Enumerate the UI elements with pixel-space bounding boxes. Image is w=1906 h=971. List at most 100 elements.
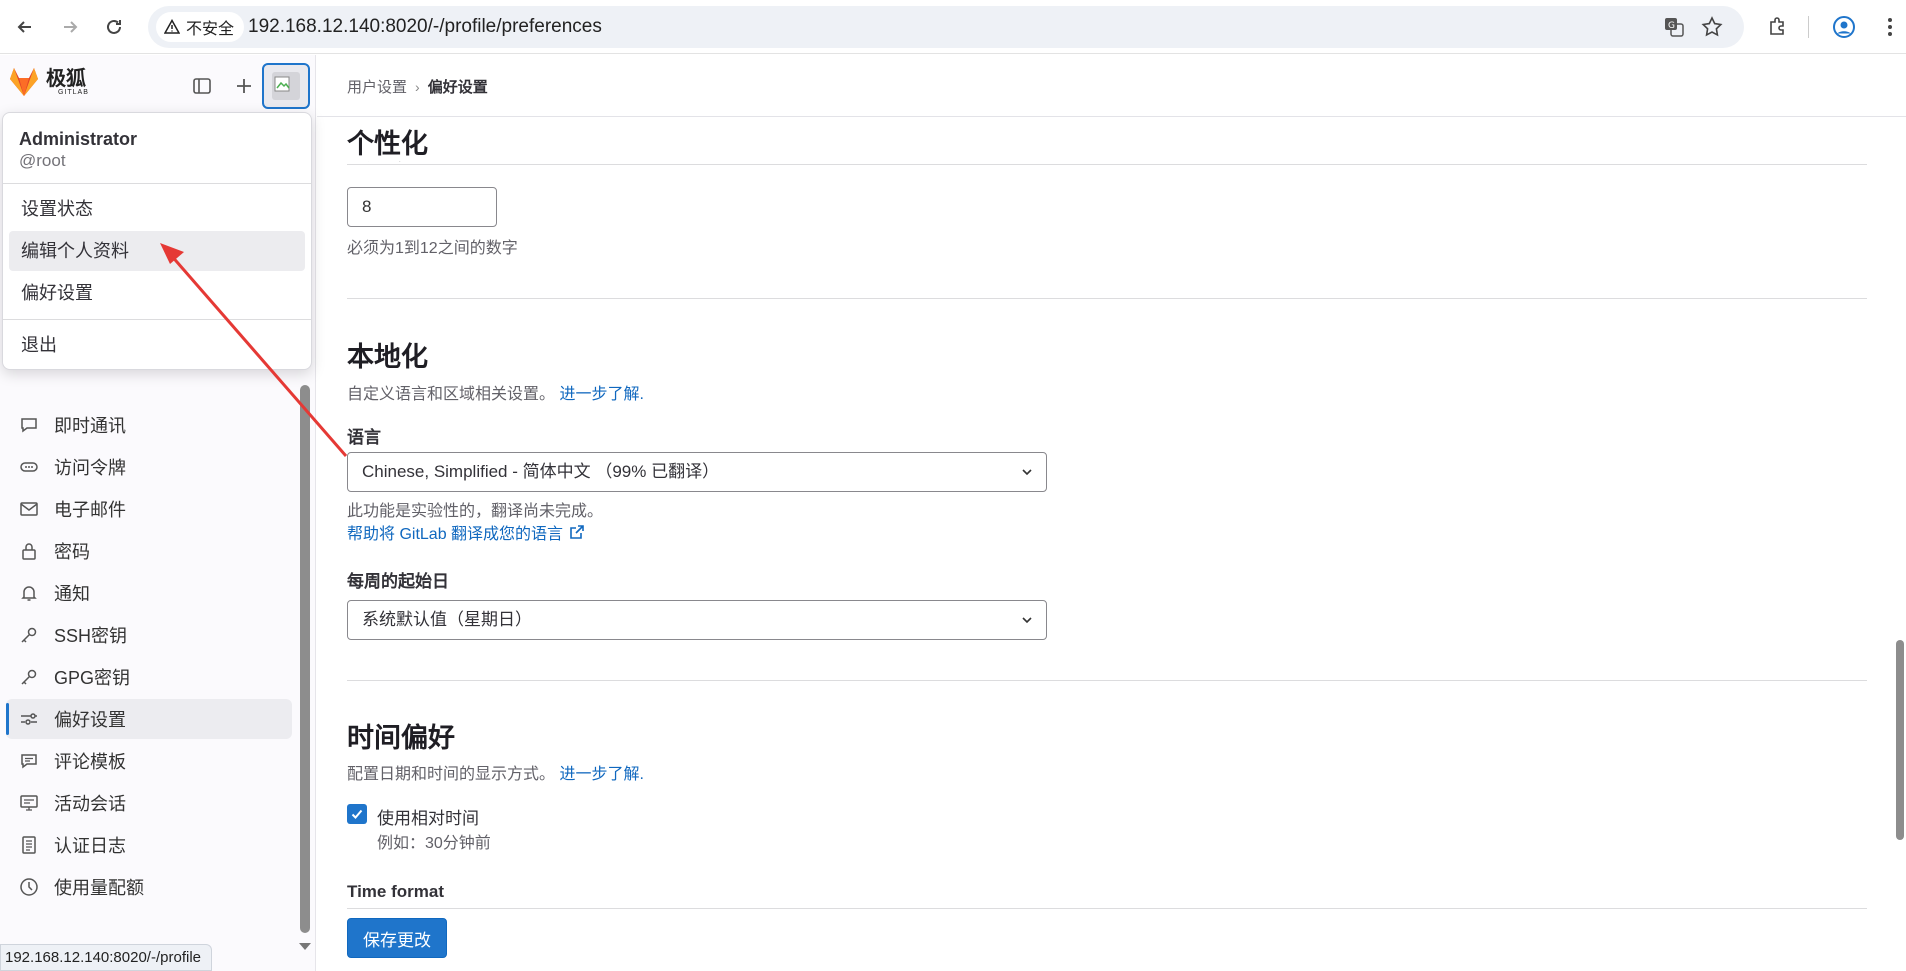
user-avatar-button[interactable] xyxy=(262,63,310,109)
scroll-down-arrow-icon[interactable] xyxy=(299,943,311,950)
bookmark-star-icon[interactable] xyxy=(1700,15,1724,39)
toolbar-divider xyxy=(1808,16,1809,38)
chevron-down-icon xyxy=(1022,617,1032,624)
sidebar-item-label: 活动会话 xyxy=(54,794,126,814)
breadcrumb-current: 偏好设置 xyxy=(427,79,488,96)
divider xyxy=(3,183,311,184)
logo-subtext: GITLAB xyxy=(58,88,89,96)
arrow-left-icon xyxy=(17,21,31,33)
profile-icon[interactable] xyxy=(1830,13,1858,41)
sidebar-item-access-tokens[interactable]: 访问令牌 xyxy=(6,447,292,487)
create-new-button[interactable] xyxy=(230,72,258,100)
section-title-time-preferences: 时间偏好 xyxy=(347,723,455,753)
insecure-label: 不安全 xyxy=(186,21,235,38)
broken-image-icon xyxy=(274,76,290,92)
sidebar-item-label: 电子邮件 xyxy=(54,500,126,520)
security-chip[interactable]: 不安全 xyxy=(156,12,245,42)
key-icon xyxy=(18,624,40,646)
extensions-icon[interactable] xyxy=(1764,13,1792,41)
set-status-item[interactable]: 设置状态 xyxy=(9,189,305,229)
time-learn-more-link[interactable]: 进一步了解. xyxy=(559,766,643,783)
menu-kebab-icon[interactable] xyxy=(1876,13,1904,41)
browser-toolbar: 不安全 192.168.12.140:8020/-/profile/prefer… xyxy=(0,0,1906,54)
url-text[interactable]: 192.168.12.140:8020/-/profile/preference… xyxy=(248,6,602,48)
header-divider xyxy=(317,116,1906,117)
section-divider xyxy=(347,298,1867,299)
section-title-personalization: 个性化 xyxy=(347,122,432,161)
reload-button[interactable] xyxy=(100,13,128,41)
chevron-right-icon: › xyxy=(415,78,420,95)
sidebar-item-usage-quotas[interactable]: 使用量配额 xyxy=(6,867,292,907)
logo[interactable]: 极狐 GITLAB xyxy=(8,67,89,97)
help-translate-link[interactable]: 帮助将 GitLab 翻译成您的语言 xyxy=(347,520,563,544)
save-changes-button[interactable]: 保存更改 xyxy=(347,918,447,958)
sidebar-toggle-icon xyxy=(193,78,211,94)
external-link-icon[interactable] xyxy=(569,524,585,540)
session-icon xyxy=(18,792,40,814)
sidebar-item-ssh-keys[interactable]: SSH密钥 xyxy=(6,615,292,655)
help-translate-row: 帮助将 GitLab 翻译成您的语言 xyxy=(347,520,585,544)
sidebar-scrollbar[interactable] xyxy=(300,385,310,933)
token-icon xyxy=(18,456,40,478)
sidebar-item-label: SSH密钥 xyxy=(54,626,128,646)
logo-text: 极狐 xyxy=(46,67,86,90)
plus-icon xyxy=(237,79,251,93)
time-format-label: Time format xyxy=(347,882,444,901)
sidebar-item-gpg-keys[interactable]: GPG密钥 xyxy=(6,657,292,697)
page-scrollbar[interactable] xyxy=(1896,640,1904,840)
arrow-right-icon xyxy=(64,21,78,33)
warning-icon xyxy=(164,19,180,34)
sidebar-item-emails[interactable]: 电子邮件 xyxy=(6,489,292,529)
first-day-select[interactable]: 系统默认值（星期日） xyxy=(347,600,1047,640)
comment-template-icon xyxy=(18,750,40,772)
language-select[interactable]: Chinese, Simplified - 简体中文 （99% 已翻译） xyxy=(347,452,1047,492)
sidebar-item-label: 访问令牌 xyxy=(54,458,126,478)
time-desc-text: 配置日期和时间的显示方式。 xyxy=(347,766,556,783)
section-divider xyxy=(347,908,1867,909)
user-menu-dropdown: Administrator @root 设置状态 编辑个人资料 偏好设置 退出 xyxy=(2,112,312,370)
sidebar-item-chat[interactable]: 即时通讯 xyxy=(6,405,292,445)
quota-icon xyxy=(18,876,40,898)
lock-icon xyxy=(18,540,40,562)
section-title-localization: 本地化 xyxy=(347,342,428,372)
sidebar-item-preferences[interactable]: 偏好设置 xyxy=(6,699,292,739)
forward-button[interactable] xyxy=(56,13,84,41)
divider xyxy=(3,319,311,320)
reload-icon xyxy=(107,19,121,34)
tab-width-help: 必须为1到12之间的数字 xyxy=(347,240,518,257)
preferences-icon xyxy=(18,708,40,730)
log-icon xyxy=(18,834,40,856)
breadcrumb: 用户设置 › 偏好设置 xyxy=(347,76,488,97)
checkmark-icon xyxy=(351,809,363,819)
tab-width-input[interactable]: 8 xyxy=(347,187,497,227)
sign-out-item[interactable]: 退出 xyxy=(9,325,305,365)
edit-profile-item[interactable]: 编辑个人资料 xyxy=(9,231,305,271)
sidebar-item-notifications[interactable]: 通知 xyxy=(6,573,292,613)
svg-text:G: G xyxy=(1668,21,1675,31)
experimental-note: 此功能是实验性的，翻译尚未完成。 xyxy=(347,503,604,520)
chat-icon xyxy=(18,414,40,436)
toggle-sidebar-button[interactable] xyxy=(188,72,216,100)
sidebar-item-comment-templates[interactable]: 评论模板 xyxy=(6,741,292,781)
sidebar-item-auth-log[interactable]: 认证日志 xyxy=(6,825,292,865)
sidebar-item-password[interactable]: 密码 xyxy=(6,531,292,571)
time-preferences-description: 配置日期和时间的显示方式。 进一步了解. xyxy=(347,760,644,784)
sidebar-item-label: 评论模板 xyxy=(54,752,126,772)
back-button[interactable] xyxy=(11,13,39,41)
status-bar-url: 192.168.12.140:8020/-/profile xyxy=(0,944,212,971)
sidebar-item-active-sessions[interactable]: 活动会话 xyxy=(6,783,292,823)
address-bar[interactable]: 不安全 192.168.12.140:8020/-/profile/prefer… xyxy=(148,6,1744,48)
sidebar-item-label: 偏好设置 xyxy=(54,710,126,730)
first-day-select-value: 系统默认值（星期日） xyxy=(362,610,532,629)
breadcrumb-parent[interactable]: 用户设置 xyxy=(347,76,407,97)
user-display-name[interactable]: Administrator xyxy=(19,129,137,150)
preferences-item[interactable]: 偏好设置 xyxy=(9,273,305,313)
relative-time-checkbox[interactable] xyxy=(347,804,367,824)
user-handle: @root xyxy=(19,151,66,170)
translate-icon[interactable]: G xyxy=(1662,15,1686,39)
sidebar-item-label: 通知 xyxy=(54,584,90,604)
localization-learn-more-link[interactable]: 进一步了解. xyxy=(559,386,643,403)
relative-time-label[interactable]: 使用相对时间 xyxy=(377,804,479,829)
section-divider xyxy=(347,680,1867,681)
mail-icon xyxy=(18,498,40,520)
